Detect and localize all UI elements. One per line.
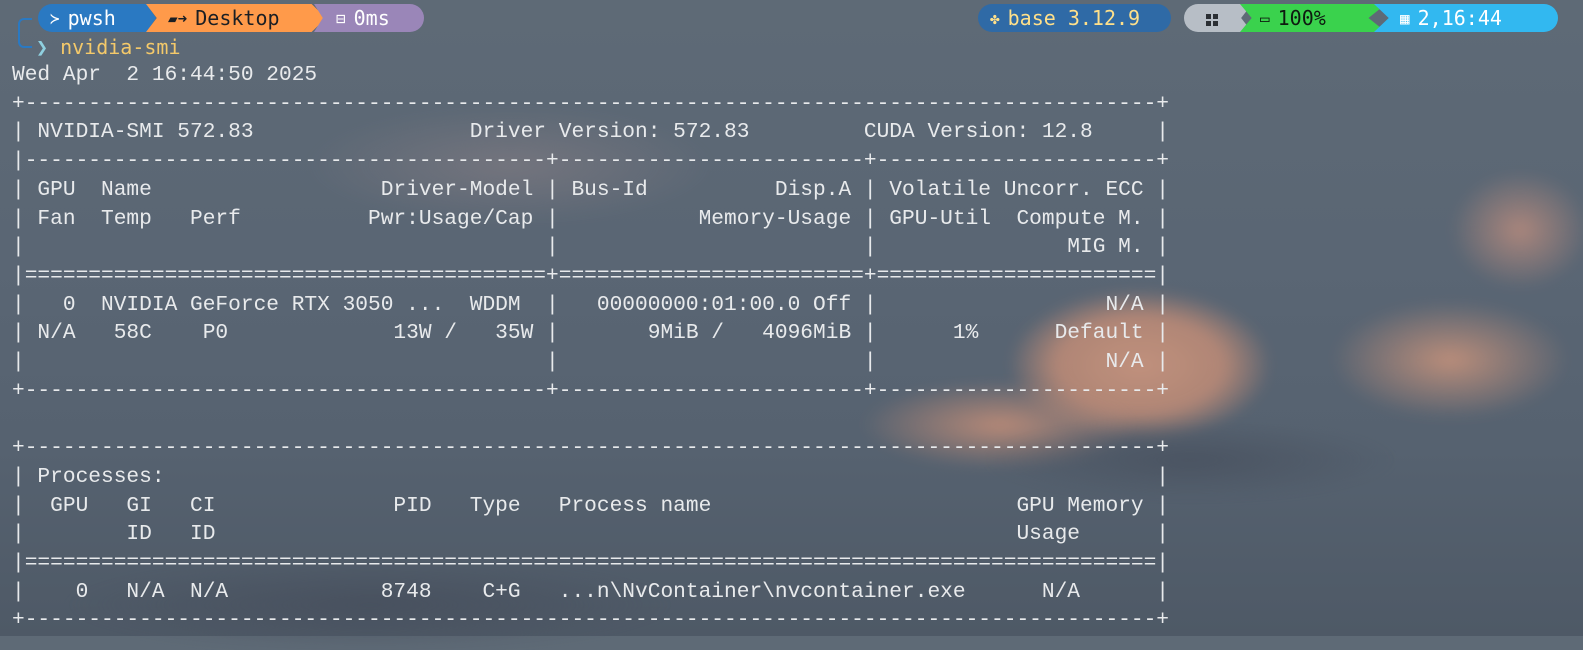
clock-time: 2,16:44 xyxy=(1417,6,1502,30)
output-line: |---------------------------------------… xyxy=(12,149,1170,174)
clock-segment: ▦ 2,16:44 xyxy=(1374,4,1558,32)
command-text: nvidia-smi xyxy=(60,35,181,59)
prompt-chevron-icon: ❯ xyxy=(36,35,49,59)
folder-icon: ▰➜ xyxy=(168,9,188,28)
output-line: | N/A 58C P0 13W / 35W | 9MiB / 4096MiB … xyxy=(12,321,1170,346)
prompt-duration: 0ms xyxy=(353,6,390,30)
os-segment xyxy=(1184,4,1252,32)
output-line: +---------------------------------------… xyxy=(12,91,1170,116)
battery-icon: ▭ xyxy=(1260,9,1270,28)
battery-segment: ▭ 100% xyxy=(1240,4,1386,32)
python-env: base 3.12.9 xyxy=(1007,6,1141,30)
output-line: | ID ID Usage | xyxy=(12,522,1170,547)
output-line: | GPU Name Driver-Model | Bus-Id Disp.A … xyxy=(12,177,1170,202)
output-line: Wed Apr 2 16:44:50 2025 xyxy=(12,63,318,87)
output-line: +---------------------------------------… xyxy=(12,378,1170,403)
output-line: | NVIDIA-SMI 572.83 Driver Version: 572.… xyxy=(12,120,1170,145)
output-line: | | | N/A | xyxy=(12,350,1170,375)
output-line: | Processes: | xyxy=(12,464,1170,489)
prompt-user-segment: ≻ pwsh xyxy=(38,4,156,32)
terminal-icon: ≻ xyxy=(50,9,60,28)
windows-icon xyxy=(1206,14,1218,26)
output-line: | GPU GI CI PID Type Process name GPU Me… xyxy=(12,493,1170,518)
output-line: | Fan Temp Perf Pwr:Usage/Cap | Memory-U… xyxy=(12,206,1170,231)
output-line: +---------------------------------------… xyxy=(12,436,1170,461)
background-cloud xyxy=(1450,170,1583,290)
background-cloud xyxy=(1330,300,1570,420)
prompt-user: pwsh xyxy=(67,6,116,30)
output-line: | 0 NVIDIA GeForce RTX 3050 ... WDDM | 0… xyxy=(12,292,1170,317)
output-line: +---------------------------------------… xyxy=(12,608,1170,633)
prompt-connector xyxy=(18,18,32,48)
prompt-duration-segment: ⊟ 0ms xyxy=(314,4,424,32)
python-env-segment: ✤ base 3.12.9 xyxy=(978,4,1171,32)
command-line[interactable]: ❯ nvidia-smi xyxy=(36,34,181,60)
stopwatch-icon: ⊟ xyxy=(336,9,346,28)
battery-level: 100% xyxy=(1277,6,1326,30)
terminal-output: Wed Apr 2 16:44:50 2025 +---------------… xyxy=(12,61,1169,635)
python-icon: ✤ xyxy=(990,9,1000,28)
calendar-icon: ▦ xyxy=(1400,9,1410,28)
output-line: | | | MIG M. | xyxy=(12,235,1170,260)
prompt-path: Desktop xyxy=(195,6,280,30)
output-line: |=======================================… xyxy=(12,550,1170,575)
output-line: | 0 N/A N/A 8748 C+G ...n\NvContainer\nv… xyxy=(12,579,1170,604)
output-line: |=======================================… xyxy=(12,263,1170,288)
prompt-path-segment: ▰➜ Desktop xyxy=(146,4,326,32)
